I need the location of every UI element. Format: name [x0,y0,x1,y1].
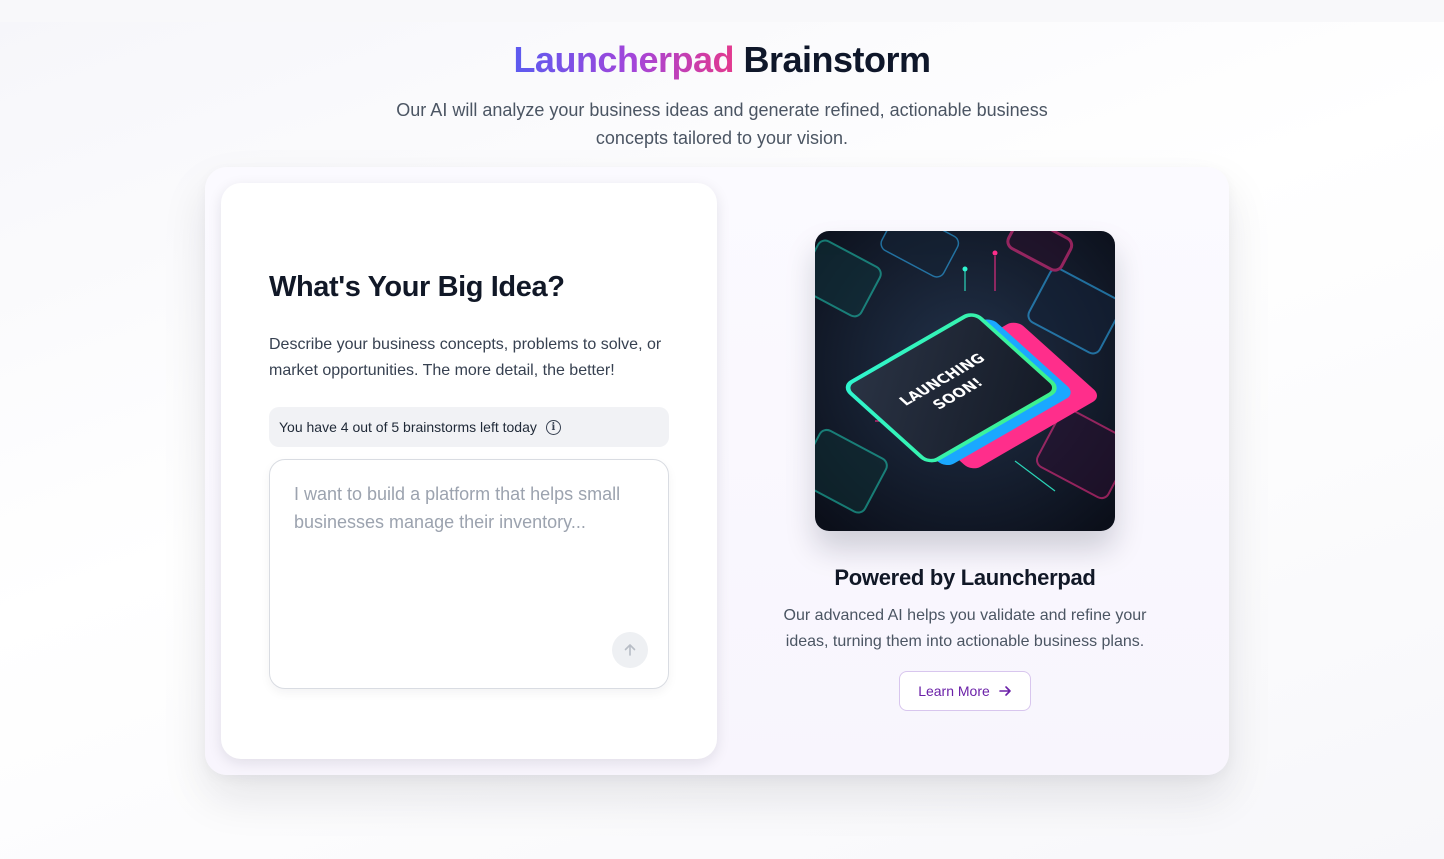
arrow-up-icon [624,644,636,656]
quota-text: You have 4 out of 5 brainstorms left tod… [279,419,537,435]
idea-textarea[interactable] [270,460,668,688]
arrow-right-icon [998,686,1011,696]
send-button[interactable] [612,632,648,668]
learn-more-button[interactable]: Learn More [899,671,1031,711]
quota-badge: You have 4 out of 5 brainstorms left tod… [269,407,669,447]
learn-more-label: Learn More [918,683,990,699]
idea-heading: What's Your Big Idea? [269,271,565,303]
brainstorm-panel: What's Your Big Idea? Describe your busi… [205,167,1229,775]
idea-form-card: What's Your Big Idea? Describe your busi… [221,183,717,759]
promo-column: LAUNCHING SOON! Powered by Launcherpad O… [717,167,1229,775]
page-title-brand: Launcherpad [513,39,734,80]
info-icon[interactable]: i [545,419,561,435]
idea-input-box [269,459,669,689]
promo-description: Our advanced AI helps you validate and r… [783,607,1147,650]
idea-description: Describe your business concepts, problem… [269,336,662,379]
page-title: Launcherpad Brainstorm [0,38,1444,82]
page-subtitle: Our AI will analyze your business ideas … [396,100,1048,148]
top-bar [0,0,1444,22]
promo-heading: Powered by Launcherpad [834,565,1096,590]
hero-header: Launcherpad Brainstorm Our AI will analy… [0,38,1444,152]
launching-soon-image: LAUNCHING SOON! [815,231,1115,531]
page-title-rest: Brainstorm [743,39,932,80]
